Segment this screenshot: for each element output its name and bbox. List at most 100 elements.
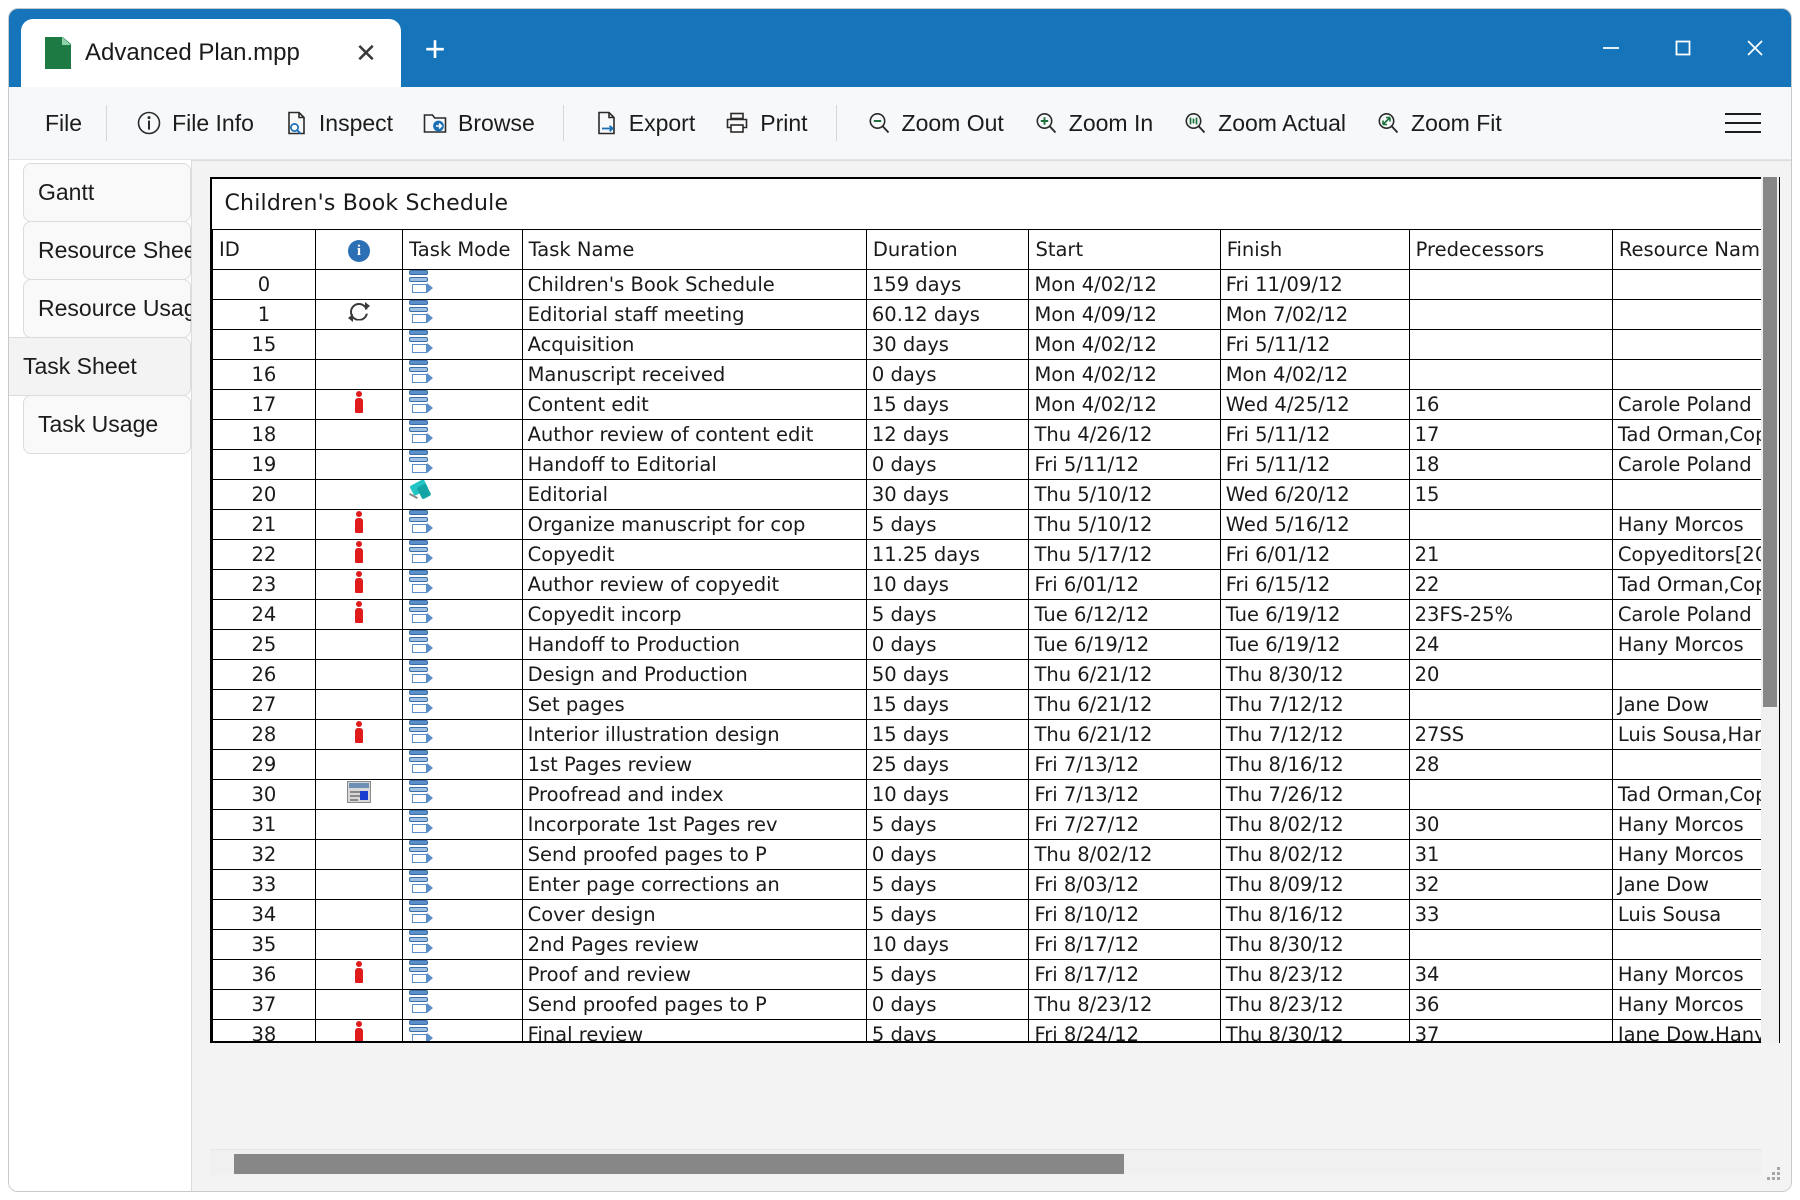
column-header-finish[interactable]: Finish [1219, 228, 1410, 270]
table-row[interactable]: 0 Children's Book Schedule 159 days Mon 4/0… [212, 268, 1778, 300]
cell-task-mode[interactable] [402, 538, 523, 570]
table-row[interactable]: 32 Send proofed pages to P0 days Thu 8/02/… [212, 838, 1778, 870]
zoom-out-button[interactable]: Zoom Out [851, 103, 1018, 143]
table-row[interactable]: 36 Proof and review 5 days Fri 8/17/12 Thu 8… [212, 958, 1778, 990]
cell-task-mode[interactable] [402, 418, 523, 450]
table-row[interactable]: 18 Author review of content edit 12 days Th… [212, 418, 1778, 450]
table-row[interactable]: 31 Incorporate 1st Pages rev 5 days Fri 7/2… [212, 808, 1778, 840]
cell-task-mode[interactable] [402, 838, 523, 870]
document-tab[interactable]: Advanced Plan.mpp ✕ [21, 19, 401, 87]
table-row[interactable]: 30 Proofread and index 10 days Fri 7/13/12 T… [212, 778, 1778, 810]
cell-task-mode[interactable] [402, 958, 523, 990]
column-header-task-mode[interactable]: Task Mode [402, 228, 523, 270]
sidebar-item-task-usage[interactable]: Task Usage [23, 395, 191, 454]
table-row[interactable]: 38 Final review 5 days Fri 8/24/12 Thu 8/30/… [212, 1018, 1778, 1041]
zoom-actual-button[interactable]: Zoom Actual [1167, 103, 1360, 143]
table-row[interactable]: 20 Editorial 30 days Thu 5/10/12 Wed 6/20/12… [212, 478, 1778, 510]
table-row[interactable]: 29 1st Pages review 25 days Fri 7/13/12 Thu … [212, 748, 1778, 780]
zoom-fit-button[interactable]: Zoom Fit [1360, 103, 1516, 143]
cell-task-mode[interactable] [402, 808, 523, 840]
table-row[interactable]: 15 Acquisition 30 days Mon 4/02/12 Fri 5/11/… [212, 328, 1778, 360]
vertical-scrollbar-thumb[interactable] [1763, 177, 1777, 707]
cell-task-mode[interactable] [402, 988, 523, 1020]
sidebar-item-resource-sheet[interactable]: Resource Sheet [23, 221, 203, 280]
cell-task-mode[interactable] [402, 478, 523, 510]
close-tab-icon[interactable]: ✕ [349, 36, 383, 70]
overallocated-resource-icon[interactable] [352, 720, 366, 743]
cell-resource-names: Jane Dow [1611, 868, 1778, 900]
table-row[interactable]: 35 2nd Pages review 10 days Fri 8/17/12 Thu … [212, 928, 1778, 960]
cell-task-mode[interactable] [402, 628, 523, 660]
zoom-in-button[interactable]: Zoom In [1018, 103, 1167, 143]
cell-start: Mon 4/02/12 [1028, 388, 1221, 420]
table-row[interactable]: 34 Cover design 5 days Fri 8/10/12 Thu 8/16/… [212, 898, 1778, 930]
cell-task-mode[interactable] [402, 598, 523, 630]
cell-task-mode[interactable] [402, 1018, 523, 1041]
cell-task-mode[interactable] [402, 298, 523, 330]
recurring-task-icon[interactable] [347, 301, 370, 322]
file-menu-button[interactable]: File [35, 104, 92, 143]
overallocated-resource-icon[interactable] [352, 540, 366, 563]
task-note-icon[interactable] [346, 780, 371, 803]
column-header-task-name[interactable]: Task Name [521, 228, 867, 270]
print-button[interactable]: Print [709, 103, 821, 143]
column-header-id[interactable]: ID [212, 228, 316, 270]
table-row[interactable]: 24 Copyedit incorp 5 days Tue 6/12/12 Tue 6/… [212, 598, 1778, 630]
cell-task-mode[interactable] [402, 688, 523, 720]
cell-task-mode[interactable] [402, 448, 523, 480]
close-button[interactable] [1719, 9, 1791, 87]
overallocated-resource-icon[interactable] [352, 390, 366, 413]
maximize-button[interactable] [1647, 9, 1719, 87]
resize-grip[interactable] [1765, 1165, 1783, 1183]
inspect-button[interactable]: Inspect [268, 103, 407, 143]
cell-task-mode[interactable] [402, 748, 523, 780]
column-header-indicators[interactable]: i [314, 228, 404, 270]
overallocated-resource-icon[interactable] [352, 960, 366, 983]
table-row[interactable]: 16 Manuscript received 0 days Mon 4/02/12 Mo… [212, 358, 1778, 390]
sidebar-item-gantt[interactable]: Gantt [23, 163, 191, 222]
cell-task-mode[interactable] [402, 898, 523, 930]
table-row[interactable]: 26 Design and Production 50 days Thu 6/21/1… [212, 658, 1778, 690]
cell-task-mode[interactable] [402, 568, 523, 600]
table-row[interactable]: 33 Enter page corrections an 5 days Fri 8/0… [212, 868, 1778, 900]
cell-task-mode[interactable] [402, 868, 523, 900]
horizontal-scrollbar-thumb[interactable] [234, 1154, 1124, 1174]
column-header-resource-names[interactable]: Resource Names [1611, 228, 1778, 270]
table-row[interactable]: 37 Send proofed pages to P0 days Thu 8/23/… [212, 988, 1778, 1020]
table-row[interactable]: 17 Content edit 15 days Mon 4/02/12 Wed 4/25… [212, 388, 1778, 420]
vertical-scrollbar[interactable] [1761, 177, 1779, 1043]
table-row[interactable]: 19 Handoff to Editorial 0 days Fri 5/11/12 F… [212, 448, 1778, 480]
column-header-duration[interactable]: Duration [865, 228, 1030, 270]
cell-task-mode[interactable] [402, 778, 523, 810]
cell-task-mode[interactable] [402, 718, 523, 750]
cell-task-mode[interactable] [402, 268, 523, 300]
overallocated-resource-icon[interactable] [352, 600, 366, 623]
export-button[interactable]: Export [578, 103, 709, 143]
sidebar-item-resource-usage[interactable]: Resource Usage [23, 279, 209, 338]
horizontal-scrollbar[interactable] [210, 1149, 1762, 1175]
new-tab-button[interactable]: + [407, 21, 463, 77]
column-header-predecessors[interactable]: Predecessors [1408, 228, 1613, 270]
cell-task-mode[interactable] [402, 388, 523, 420]
cell-task-mode[interactable] [402, 328, 523, 360]
column-header-start[interactable]: Start [1028, 228, 1221, 270]
overallocated-resource-icon[interactable] [352, 570, 366, 593]
table-row[interactable]: 1 Editorial staff meeting 60.12 days Mon 4/… [212, 298, 1778, 330]
file-info-button[interactable]: File Info [121, 103, 268, 143]
table-row[interactable]: 28 Interior illustration design 15 days Thu… [212, 718, 1778, 750]
hamburger-menu-icon[interactable] [1721, 101, 1765, 145]
sidebar-item-task-sheet[interactable]: Task Sheet [9, 337, 191, 396]
table-row[interactable]: 21 Organize manuscript for cop 5 days Thu 5… [212, 508, 1778, 540]
cell-task-mode[interactable] [402, 358, 523, 390]
table-row[interactable]: 22 Copyedit 11.25 days Thu 5/17/12 Fri 6/01/… [212, 538, 1778, 570]
table-row[interactable]: 27 Set pages 15 days Thu 6/21/12 Thu 7/12/12… [212, 688, 1778, 720]
table-row[interactable]: 23 Author review of copyedit 10 days Fri 6/… [212, 568, 1778, 600]
overallocated-resource-icon[interactable] [352, 510, 366, 533]
minimize-button[interactable] [1575, 9, 1647, 87]
browse-button[interactable]: Browse [407, 103, 549, 143]
cell-task-mode[interactable] [402, 928, 523, 960]
overallocated-resource-icon[interactable] [352, 1020, 366, 1041]
cell-task-mode[interactable] [402, 658, 523, 690]
table-row[interactable]: 25 Handoff to Production 0 days Tue 6/19/12… [212, 628, 1778, 660]
cell-task-mode[interactable] [402, 508, 523, 540]
